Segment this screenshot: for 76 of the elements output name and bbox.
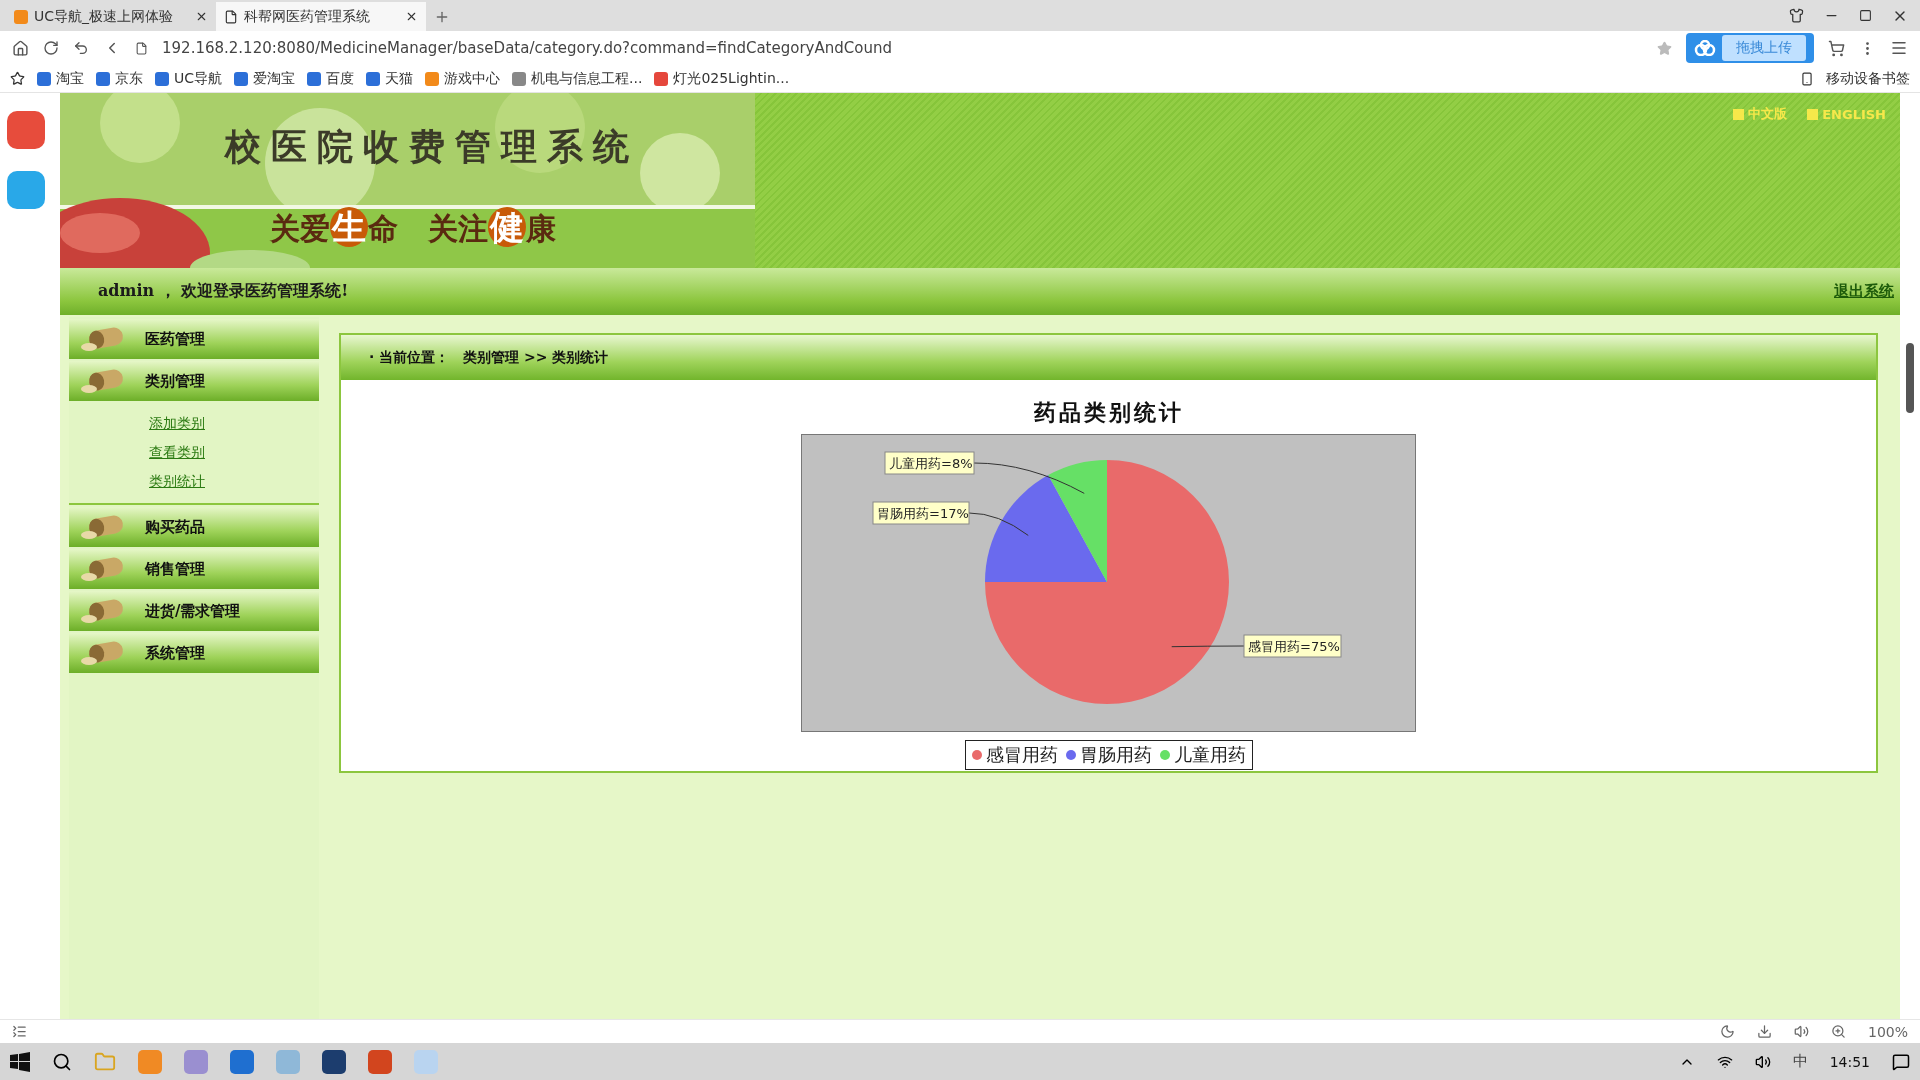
zoom-icon[interactable] — [1830, 1024, 1846, 1039]
home-icon[interactable] — [12, 39, 29, 57]
skin-icon[interactable] — [1789, 8, 1804, 23]
maximize-icon[interactable] — [1859, 9, 1872, 22]
close-icon[interactable] — [195, 10, 208, 23]
data-label: 感冒用药=75% — [1248, 639, 1340, 654]
system-title: 校医院收费管理系统 — [225, 124, 639, 169]
clock[interactable]: 14:51 — [1829, 1053, 1870, 1070]
app-icon[interactable] — [322, 1049, 346, 1074]
browser-tab[interactable]: UC导航_极速上网体验 — [6, 2, 216, 31]
bookmark-link[interactable]: 机电与信息工程... — [512, 69, 643, 88]
welcome-text: admin ， 欢迎登录医药管理系统! — [98, 281, 349, 302]
capsule-icon — [81, 597, 125, 625]
bookmark-link[interactable]: UC导航 — [155, 69, 223, 88]
cart-icon[interactable] — [1828, 39, 1845, 57]
bookmark-link[interactable]: 爱淘宝 — [234, 69, 296, 88]
menu-item[interactable]: 进货/需求管理 — [69, 591, 319, 631]
slogan: 关爱生命 关注健康 — [270, 206, 556, 249]
bookmark-link[interactable]: 游戏中心 — [425, 69, 501, 88]
menu-item[interactable]: 购买药品 — [69, 507, 319, 547]
menu-item[interactable]: 医药管理 — [69, 319, 319, 359]
reload-icon[interactable] — [43, 40, 59, 56]
capsule-icon — [81, 639, 125, 667]
value-label: 儿童用药=8% — [884, 451, 975, 475]
site-icon — [14, 9, 28, 24]
close-icon[interactable] — [405, 10, 418, 23]
star-icon[interactable] — [10, 71, 25, 86]
phone-icon — [1800, 71, 1814, 86]
app-icon[interactable] — [368, 1049, 392, 1074]
ime-indicator[interactable]: 中 — [1792, 1052, 1808, 1071]
star-icon[interactable] — [1657, 40, 1672, 56]
submenu-link[interactable]: 查看类别 — [149, 444, 319, 462]
notification-icon[interactable] — [1892, 1052, 1910, 1071]
legend-label: 儿童用药 — [1173, 743, 1246, 767]
breadcrumb-path: 类别管理 >> 类别统计 — [463, 348, 609, 367]
data-label: 儿童用药=8% — [889, 456, 973, 471]
bookmark-link[interactable]: 京东 — [96, 69, 143, 88]
bookmark-link[interactable]: 天猫 — [366, 69, 414, 88]
bookmark-link[interactable]: 淘宝 — [37, 69, 84, 88]
legend-label: 感冒用药 — [985, 743, 1058, 767]
browser-tab[interactable]: 科帮网医药管理系统 — [216, 2, 426, 31]
capsule-icon — [81, 367, 125, 395]
app-icon[interactable] — [230, 1049, 254, 1074]
submenu-link[interactable]: 添加类别 — [149, 415, 319, 433]
leader-line — [968, 512, 1029, 536]
search-icon[interactable] — [52, 1051, 72, 1072]
download-icon[interactable] — [1756, 1024, 1772, 1039]
new-tab-icon[interactable] — [434, 9, 450, 25]
page-icon — [224, 9, 238, 24]
menu-item[interactable]: 销售管理 — [69, 549, 319, 589]
night-mode-icon[interactable] — [1719, 1024, 1735, 1039]
address-field[interactable]: 192.168.2.120:8080/MedicineManager/baseData/category.do?command=findCategoryAndCound — [162, 39, 1643, 57]
volume-icon[interactable] — [1754, 1053, 1771, 1070]
zoom-level: 100% — [1867, 1023, 1908, 1040]
capsule-icon — [81, 555, 125, 583]
logout-link[interactable]: 退出系统 — [1834, 282, 1894, 301]
value-label: 感冒用药=75% — [1243, 634, 1342, 658]
capsule-icon — [81, 513, 125, 541]
submenu-link[interactable]: 类别统计 — [149, 473, 319, 491]
data-label: 胃肠用药=17% — [877, 506, 969, 521]
bookmark-link[interactable]: 移动设备书签 — [1826, 69, 1910, 88]
value-label: 胃肠用药=17% — [872, 501, 970, 525]
menu-icon[interactable] — [1890, 39, 1908, 57]
capsule-icon — [81, 325, 125, 353]
bookmark-link[interactable]: 灯光025Lightin... — [654, 69, 790, 88]
bookmark-link[interactable]: 百度 — [307, 69, 355, 88]
windows-icon[interactable] — [10, 1051, 30, 1072]
chart-title: 药品类别统计 — [1033, 399, 1184, 427]
legend-label: 胃肠用药 — [1079, 743, 1152, 767]
menu-item[interactable]: 系统管理 — [69, 633, 319, 673]
breadcrumb-label: · 当前位置： — [369, 348, 450, 367]
sidebar-toggle-icon[interactable] — [12, 1024, 27, 1039]
page-icon — [135, 41, 148, 55]
menu-item[interactable]: 类别管理 — [69, 361, 319, 401]
cloud-icon — [1694, 40, 1716, 56]
undo-icon[interactable] — [73, 40, 89, 56]
